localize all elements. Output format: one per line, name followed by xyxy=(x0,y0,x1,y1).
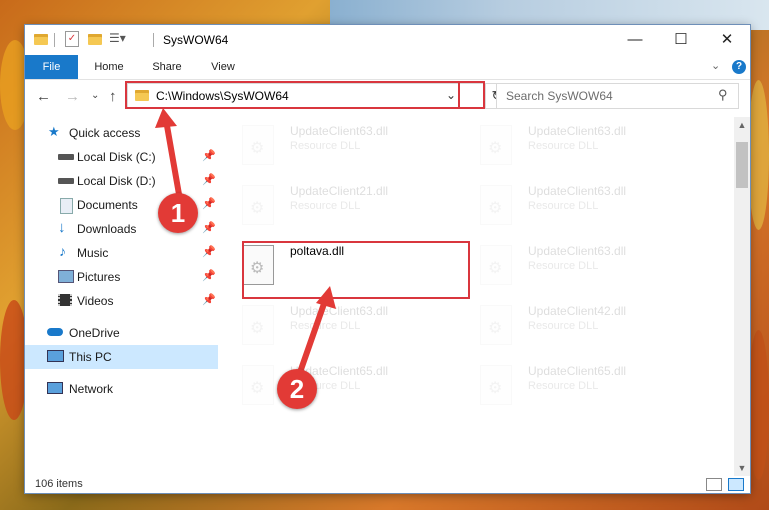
arrow-two-head xyxy=(316,286,336,309)
arrow-two xyxy=(295,295,329,381)
callout-badge-one: 1 xyxy=(158,193,198,233)
callout-badge-two: 2 xyxy=(277,369,317,409)
annotation-arrows xyxy=(155,108,336,381)
arrow-one xyxy=(163,117,183,203)
arrow-one-head xyxy=(155,108,177,128)
